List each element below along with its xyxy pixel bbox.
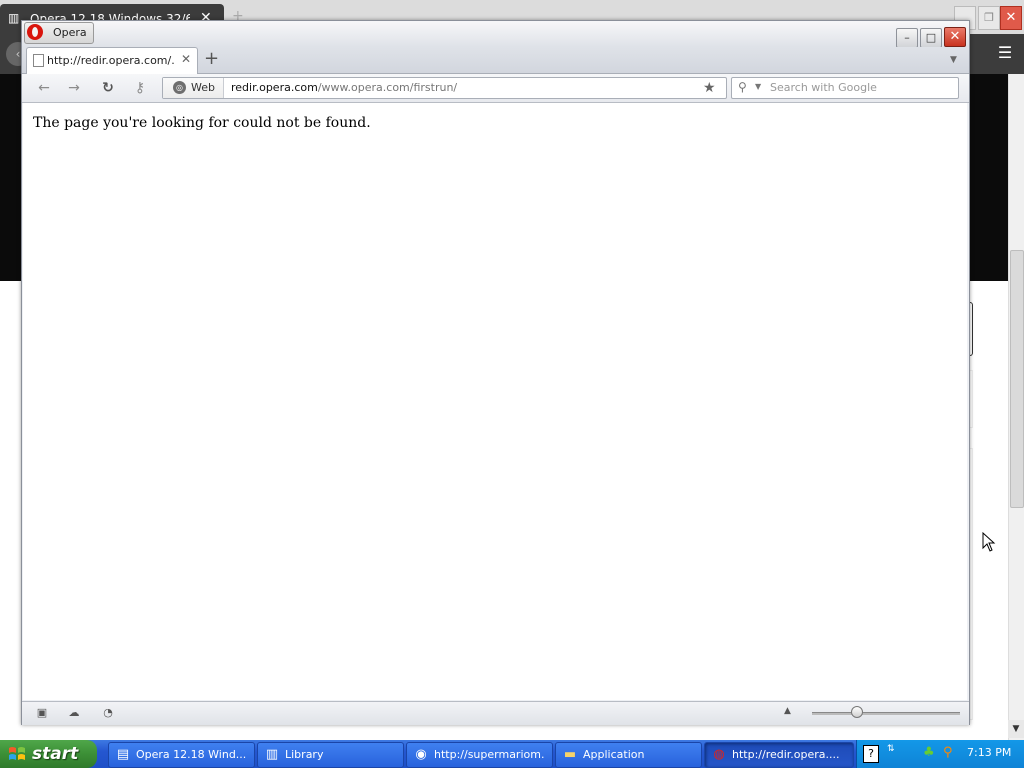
site-info-badge[interactable]: ◎ Web: [163, 78, 224, 98]
menu-icon[interactable]: ☰: [994, 42, 1016, 64]
url-text[interactable]: redir.opera.com/www.opera.com/firstrun/: [231, 81, 457, 94]
taskbar-button-label: http://redir.opera....: [732, 748, 840, 761]
tray-expand-icon[interactable]: ⇅: [887, 744, 895, 754]
clock: 7:13 PM: [967, 746, 1012, 759]
globe-icon: ◎: [173, 81, 186, 94]
close-button[interactable]: ✕: [1000, 6, 1022, 30]
library-icon: ▥: [265, 747, 279, 762]
tab-menu-chevron-down-icon[interactable]: ▼: [950, 55, 957, 65]
tab-active[interactable]: http://redir.opera.com/... ✕: [26, 47, 198, 74]
key-icon[interactable]: ⚷: [130, 78, 150, 98]
new-tab-button[interactable]: +: [204, 49, 219, 69]
status-bar: ▣ ☁ ◔ ▲: [22, 701, 969, 725]
taskbar-button-label: Application: [583, 748, 645, 761]
maximize-button[interactable]: □: [920, 28, 942, 48]
taskbar-button-label: Library: [285, 748, 324, 761]
forward-button[interactable]: →: [64, 78, 84, 98]
taskbar-button[interactable]: ◉ http://supermariom...: [406, 742, 553, 768]
taskbar-button-label: Opera 12.18 Wind...: [136, 748, 246, 761]
start-button[interactable]: start: [0, 740, 97, 768]
scrollbar-thumb[interactable]: [1010, 250, 1024, 508]
error-message: The page you're looking for could not be…: [33, 115, 371, 131]
restore-button[interactable]: ❐: [978, 6, 1000, 30]
minimize-button[interactable]: –: [896, 28, 918, 48]
taskbar: start ▤ Opera 12.18 Wind... ▥ Library ◉ …: [0, 740, 1024, 768]
opera-logo-icon: [27, 24, 43, 40]
taskbar-button[interactable]: ▬ Application: [555, 742, 702, 768]
zoom-slider-thumb[interactable]: [850, 706, 863, 718]
url-path: /www.opera.com/firstrun/: [317, 81, 458, 94]
opera-menu-button[interactable]: Opera: [24, 22, 94, 44]
scroll-down-arrow-icon[interactable]: ▼: [1008, 720, 1024, 738]
windows-flag-icon: [9, 747, 25, 760]
search-icon: ⚲: [738, 80, 747, 94]
page-content: The page you're looking for could not be…: [23, 103, 967, 700]
search-box[interactable]: ⚲ ▼: [731, 77, 959, 99]
back-button[interactable]: ←: [34, 78, 54, 98]
folder-icon: ▬: [563, 747, 577, 762]
reload-button[interactable]: ↻: [98, 78, 118, 98]
close-button[interactable]: ✕: [944, 27, 966, 47]
site-info-label: Web: [191, 81, 215, 94]
help-icon[interactable]: ?: [863, 745, 879, 763]
system-tray: ? ⇅ ♣ ⚲ 7:13 PM: [856, 740, 1024, 768]
title-bar[interactable]: Opera – □ ✕: [22, 21, 969, 48]
taskbar-button[interactable]: ▤ Opera 12.18 Wind...: [108, 742, 255, 768]
opera-window: Opera – □ ✕ http://redir.opera.com/... ✕…: [21, 20, 970, 725]
speed-dial-icon[interactable]: ◔: [100, 706, 116, 720]
opera-menu-label: Opera: [53, 26, 87, 39]
search-icon[interactable]: ⚲: [943, 745, 953, 760]
document-icon: [33, 54, 44, 67]
mouse-cursor-icon: [982, 532, 996, 552]
address-bar[interactable]: ◎ Web redir.opera.com/www.opera.com/firs…: [162, 77, 727, 99]
page-icon: ▥: [8, 11, 20, 25]
tab-close-icon[interactable]: ✕: [181, 52, 191, 66]
cloud-icon[interactable]: ☁: [66, 706, 82, 720]
search-input[interactable]: [770, 79, 950, 95]
taskbar-button-label: http://supermariom...: [434, 748, 544, 761]
navigation-toolbar: ← → ↻ ⚷ ◎ Web redir.opera.com/www.opera.…: [22, 74, 969, 103]
document-icon: ▤: [116, 747, 130, 762]
search-engine-dropdown-icon[interactable]: ▼: [755, 82, 761, 91]
panel-toggle-icon[interactable]: ▣: [34, 706, 50, 720]
url-host: redir.opera.com: [231, 81, 318, 94]
chrome-icon: ◉: [415, 747, 427, 762]
taskbar-button[interactable]: ▥ Library: [257, 742, 404, 768]
taskbar-button-active[interactable]: ◍ http://redir.opera....: [704, 742, 854, 768]
start-label: start: [32, 744, 79, 764]
zoom-slider[interactable]: [812, 712, 960, 715]
network-icon[interactable]: ♣: [923, 745, 935, 760]
opera-icon: ◍: [713, 747, 725, 762]
bookmark-star-icon[interactable]: ★: [703, 78, 716, 98]
tab-title: http://redir.opera.com/...: [47, 54, 175, 67]
view-up-arrow-icon[interactable]: ▲: [784, 706, 791, 716]
tab-bar: http://redir.opera.com/... ✕ + ▼: [22, 47, 969, 74]
